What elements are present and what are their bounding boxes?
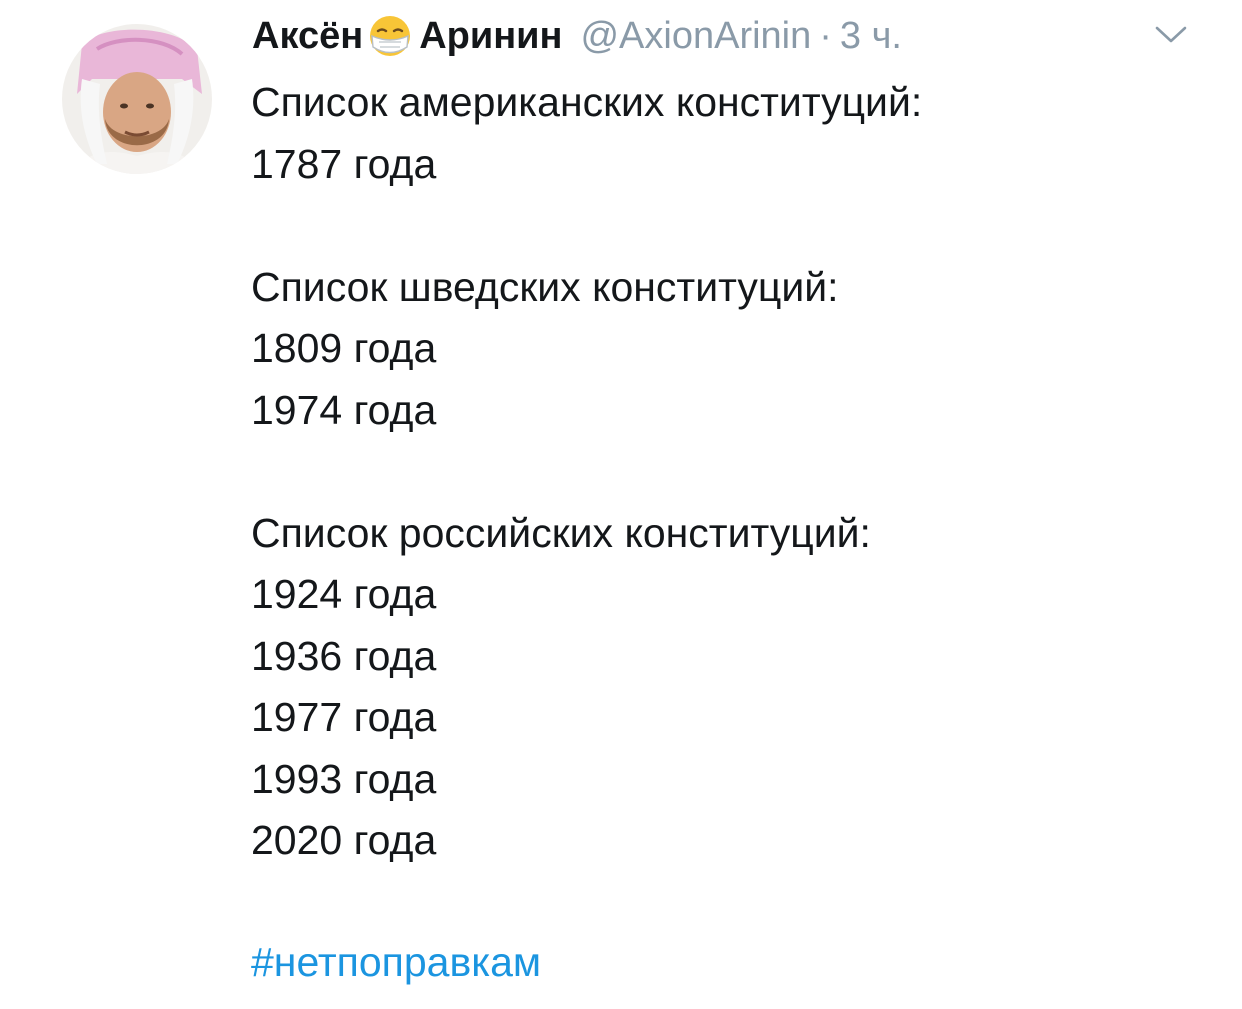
tweet-timestamp[interactable]: 3 ч. <box>840 15 902 58</box>
hashtag-link[interactable]: #нетпоправкам <box>251 932 541 994</box>
year-line: 1936 года <box>251 632 437 679</box>
author-handle[interactable]: @AxionArinin <box>580 15 811 58</box>
face-with-medical-mask-icon <box>365 14 415 58</box>
section-heading: Список российских конституций: <box>251 509 871 556</box>
year-line: 2020 года <box>251 817 437 863</box>
year-line: 1974 года <box>251 386 437 433</box>
year-line: 1993 года <box>251 755 437 802</box>
year-line: 1977 года <box>251 694 437 740</box>
section-heading: Список шведских конституций: <box>251 263 839 310</box>
tweet: Аксён Аринин @AxionArinin · 3 ч. Список … <box>0 0 1242 1009</box>
year-line: 1809 года <box>251 325 437 371</box>
author-name[interactable]: Аксён Аринин <box>252 14 562 58</box>
author-name-first: Аксён <box>252 14 364 57</box>
author-name-last: Аринин <box>419 14 563 57</box>
tweet-text: Список американских конституций: 1787 го… <box>251 72 1191 872</box>
year-line: 1924 года <box>251 571 437 617</box>
separator-dot: · <box>819 14 832 57</box>
year-line: 1787 года <box>251 140 437 187</box>
chevron-down-icon[interactable] <box>1154 24 1188 46</box>
section-heading: Список американских конституций: <box>251 79 923 125</box>
avatar[interactable] <box>62 24 212 174</box>
avatar-photo <box>62 24 212 174</box>
tweet-header: Аксён Аринин @AxionArinin · 3 ч. <box>252 10 902 62</box>
